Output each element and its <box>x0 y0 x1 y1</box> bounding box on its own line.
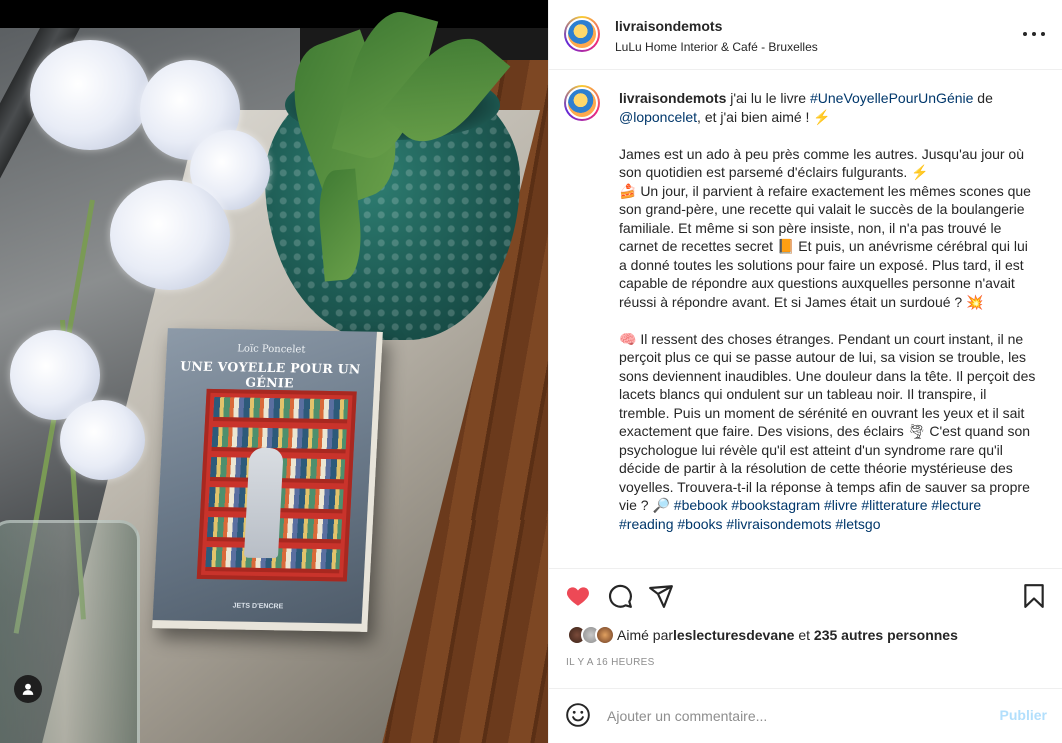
liker-avatars[interactable] <box>567 625 615 645</box>
caption-scroll-area[interactable]: livraisondemots j'ai lu le livre #UneVoy… <box>549 71 1062 568</box>
caption-text: j'ai lu le livre <box>726 90 810 106</box>
post-modal: Loïc Poncelet UNE VOYELLE POUR UN GÉNIE … <box>0 0 1062 743</box>
white-flower <box>60 400 145 480</box>
caption-text: de <box>973 90 993 106</box>
book-cover: Loïc Poncelet UNE VOYELLE POUR UN GÉNIE … <box>152 328 383 632</box>
photo-top-border <box>0 0 548 28</box>
white-flower <box>110 180 230 290</box>
caption-hashtags[interactable]: #bebook #bookstagram #livre #litterature… <box>619 497 981 532</box>
white-flower <box>30 40 150 150</box>
avatar[interactable] <box>564 85 600 121</box>
likes-summary: Aimé par leslecturesdevane et 235 autres… <box>567 624 958 646</box>
mention-link[interactable]: @loponcelet <box>619 109 697 125</box>
action-bar <box>549 568 1062 628</box>
comment-bar: Publier <box>549 688 1062 743</box>
publisher-logo: JETS D'ENCRE <box>232 602 284 611</box>
caption-paragraph-1: James est un ado à peu près comme les au… <box>619 145 1031 310</box>
hashtag-link[interactable]: #UneVoyellePourUnGénie <box>810 90 973 106</box>
post-timestamp[interactable]: IL Y A 16 HEURES <box>566 657 655 668</box>
post-caption: livraisondemots j'ai lu le livre #UneVoy… <box>619 89 1039 552</box>
likes-prefix: Aimé par <box>617 627 674 643</box>
book-author: Loïc Poncelet <box>237 343 306 356</box>
caption-username[interactable]: livraisondemots <box>619 90 726 106</box>
user-tag-icon[interactable] <box>14 675 42 703</box>
likes-middle: et <box>794 627 814 643</box>
boy-figure <box>243 447 284 559</box>
liker-username[interactable]: leslecturesdevane <box>673 627 794 643</box>
share-icon[interactable] <box>648 583 674 609</box>
likes-count[interactable]: 235 autres personnes <box>814 627 958 643</box>
comment-input[interactable] <box>607 705 967 727</box>
comment-icon[interactable] <box>607 583 633 609</box>
bookmark-icon[interactable] <box>1021 583 1047 609</box>
avatar <box>595 625 615 645</box>
publish-button[interactable]: Publier <box>1000 707 1047 723</box>
caption-text: , et j'ai bien aimé ! ⚡ <box>697 108 831 125</box>
heart-icon[interactable] <box>565 583 591 609</box>
glass-vase <box>0 520 140 743</box>
post-photo[interactable]: Loïc Poncelet UNE VOYELLE POUR UN GÉNIE … <box>0 0 548 743</box>
emoji-icon[interactable] <box>565 702 591 728</box>
book-title: UNE VOYELLE POUR UN GÉNIE <box>179 358 362 391</box>
more-options-icon[interactable] <box>1023 26 1045 42</box>
post-header: livraisondemots LuLu Home Interior & Caf… <box>549 0 1062 70</box>
caption-paragraph-2: 🧠 Il ressent des choses étranges. Pendan… <box>619 330 1036 514</box>
post-location[interactable]: LuLu Home Interior & Café - Bruxelles <box>615 40 818 54</box>
header-username[interactable]: livraisondemots <box>615 18 722 34</box>
post-side-panel: livraisondemots LuLu Home Interior & Caf… <box>548 0 1062 743</box>
avatar[interactable] <box>564 16 600 52</box>
